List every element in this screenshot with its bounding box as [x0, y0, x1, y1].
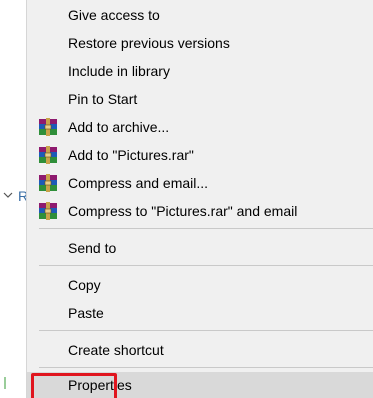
winrar-icon: [39, 202, 57, 220]
screenshot-root: R Give access to Restore previous versio…: [0, 0, 373, 398]
menu-item-label: Pin to Start: [68, 91, 138, 107]
menu-item-include-in-library[interactable]: Include in library: [27, 58, 373, 84]
menu-item-pin-to-start[interactable]: Pin to Start: [27, 86, 373, 112]
status-indicator: [4, 377, 6, 389]
menu-item-compress-to-pictures-rar-and-email[interactable]: Compress to "Pictures.rar" and email: [27, 198, 373, 224]
menu-item-label: Give access to: [68, 7, 160, 23]
menu-item-add-to-archive[interactable]: Add to archive...: [27, 114, 373, 140]
menu-separator: [39, 228, 373, 229]
winrar-icon: [39, 146, 57, 164]
menu-item-paste[interactable]: Paste: [27, 300, 373, 326]
menu-item-label: Compress to "Pictures.rar" and email: [68, 203, 298, 219]
winrar-icon: [39, 174, 57, 192]
winrar-icon: [39, 118, 57, 136]
chevron-down-icon[interactable]: [3, 190, 13, 200]
menu-item-restore-previous-versions[interactable]: Restore previous versions: [27, 30, 373, 56]
menu-separator: [39, 265, 373, 266]
menu-separator: [39, 330, 373, 331]
menu-item-label: Restore previous versions: [68, 35, 230, 51]
menu-item-label: Copy: [68, 277, 101, 293]
menu-item-send-to[interactable]: Send to: [27, 235, 373, 261]
menu-item-label: Send to: [68, 240, 117, 256]
explorer-background: R: [0, 0, 28, 398]
menu-item-compress-and-email[interactable]: Compress and email...: [27, 170, 373, 196]
context-menu: Give access to Restore previous versions…: [26, 0, 373, 398]
menu-item-label: Add to archive...: [68, 119, 170, 135]
menu-item-label: Create shortcut: [68, 342, 164, 358]
menu-separator: [39, 367, 373, 368]
highlight-box-properties: [31, 373, 117, 398]
menu-item-add-to-pictures-rar[interactable]: Add to "Pictures.rar": [27, 142, 373, 168]
menu-item-give-access[interactable]: Give access to: [27, 2, 373, 28]
menu-item-label: Compress and email...: [68, 175, 209, 191]
menu-item-label: Add to "Pictures.rar": [68, 147, 194, 163]
menu-item-create-shortcut[interactable]: Create shortcut: [27, 337, 373, 363]
menu-item-copy[interactable]: Copy: [27, 272, 373, 298]
menu-item-label: Paste: [68, 305, 104, 321]
menu-item-label: Include in library: [68, 63, 170, 79]
